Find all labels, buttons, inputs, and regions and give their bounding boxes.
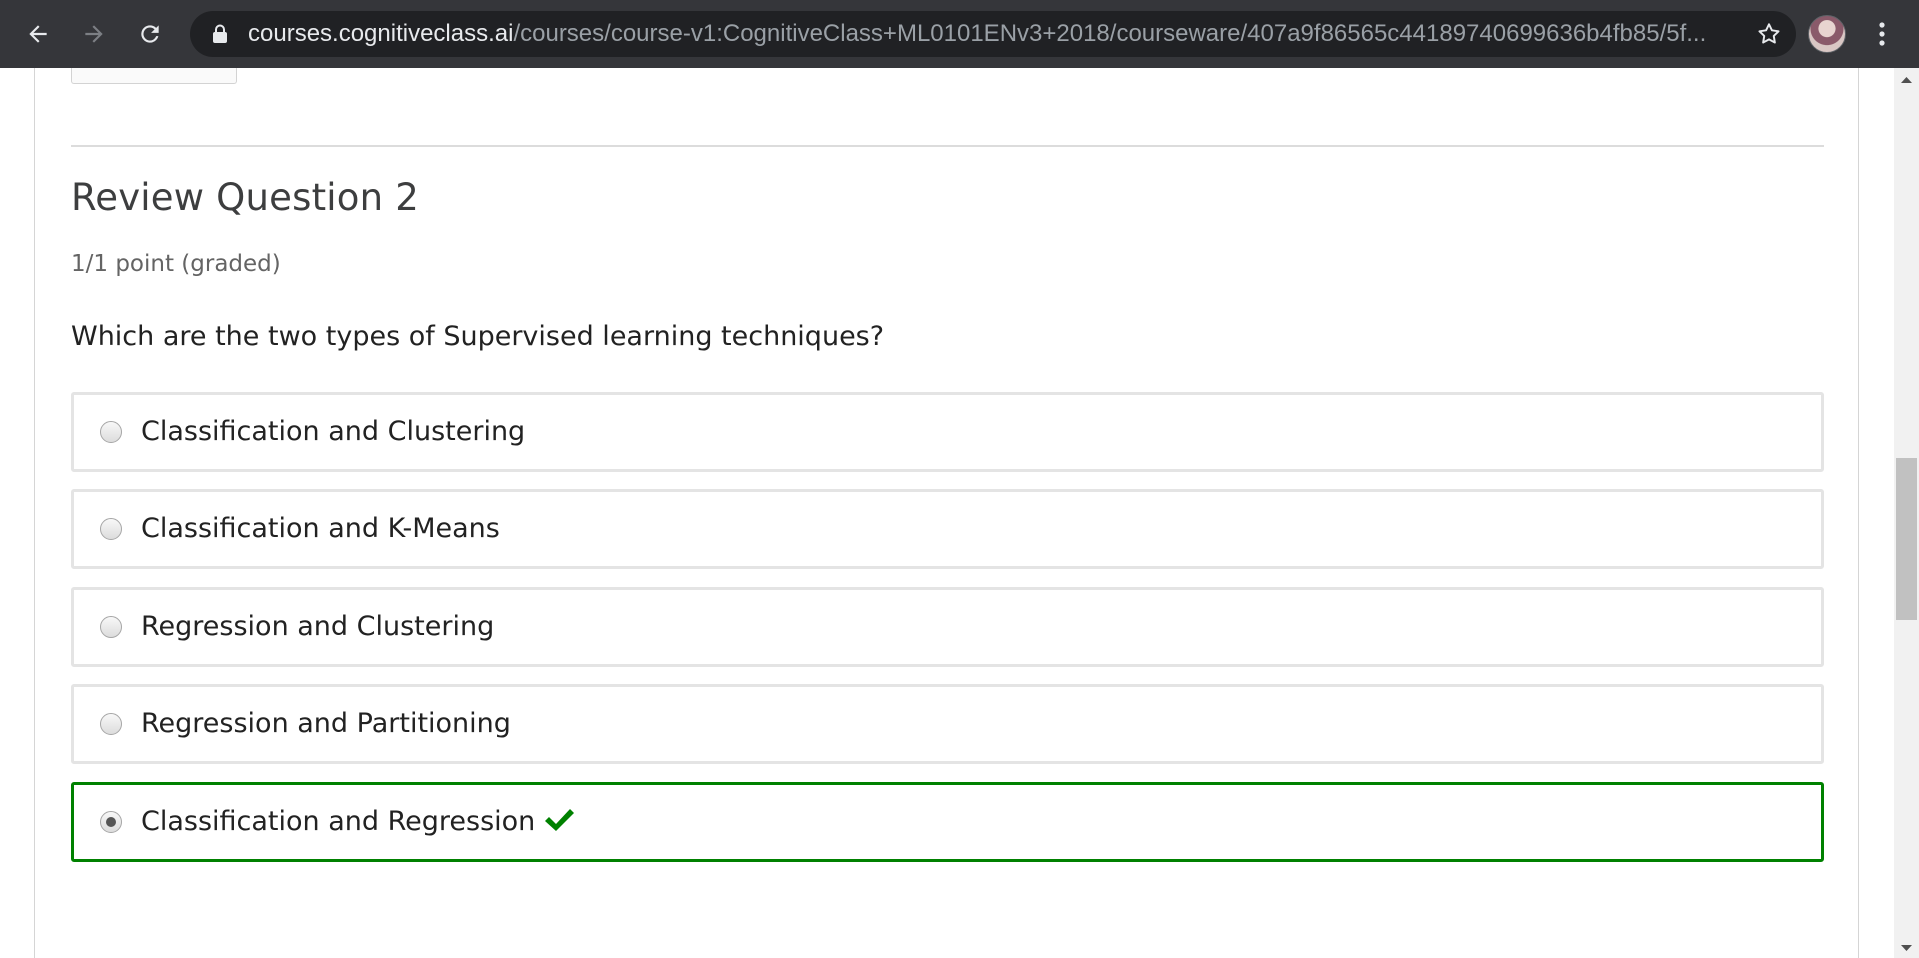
back-button[interactable]	[16, 12, 60, 56]
kebab-menu-icon[interactable]	[1868, 14, 1896, 54]
radio-button[interactable]	[100, 713, 122, 735]
scrollbar-thumb[interactable]	[1896, 458, 1917, 620]
radio-button-selected[interactable]	[100, 811, 122, 833]
section-divider	[71, 145, 1824, 147]
radio-button[interactable]	[100, 421, 122, 443]
url-path: /courses/course-v1:CognitiveClass+ML0101…	[513, 20, 1707, 47]
back-arrow-icon	[29, 25, 47, 43]
answer-option-label: Regression and Clustering	[141, 611, 495, 642]
star-icon[interactable]	[1756, 21, 1782, 47]
question-prompt: Which are the two types of Supervised le…	[71, 321, 885, 352]
vertical-scrollbar[interactable]	[1894, 68, 1919, 958]
answer-option-label: Classification and Regression	[141, 785, 575, 859]
profile-avatar[interactable]	[1808, 15, 1846, 53]
answer-option[interactable]: Regression and Clustering	[71, 587, 1824, 667]
question-title: Review Question 2	[71, 176, 419, 219]
answer-option[interactable]: Classification and Clustering	[71, 392, 1824, 472]
scroll-up-arrow-icon[interactable]	[1901, 76, 1912, 84]
checkmark-icon	[545, 808, 575, 831]
answer-option-label: Classification and Clustering	[141, 416, 526, 447]
content-left-border	[34, 68, 35, 958]
answer-option-correct[interactable]: Classification and Regression	[71, 782, 1824, 862]
address-bar[interactable]: courses.cognitiveclass.ai/courses/course…	[190, 11, 1796, 57]
answer-option-text: Classification and Regression	[141, 806, 536, 837]
answer-option[interactable]: Classification and K-Means	[71, 489, 1824, 569]
reload-button[interactable]	[128, 12, 172, 56]
radio-button[interactable]	[100, 616, 122, 638]
lock-icon	[213, 24, 227, 43]
answer-option[interactable]: Regression and Partitioning	[71, 684, 1824, 764]
radio-button[interactable]	[100, 518, 122, 540]
url-host: courses.cognitiveclass.ai	[248, 20, 514, 47]
forward-arrow-icon	[85, 25, 103, 43]
browser-toolbar: courses.cognitiveclass.ai/courses/course…	[0, 0, 1919, 68]
question-points: 1/1 point (graded)	[71, 251, 281, 277]
answer-option-label: Regression and Partitioning	[141, 708, 511, 739]
previous-submit-button[interactable]	[71, 68, 237, 84]
url-text: courses.cognitiveclass.ai/courses/course…	[248, 11, 1748, 57]
scroll-down-arrow-icon[interactable]	[1901, 944, 1912, 952]
content-right-border	[1858, 68, 1859, 958]
reload-icon	[141, 25, 159, 43]
page-content: Review Question 2 1/1 point (graded) Whi…	[0, 68, 1894, 958]
forward-button[interactable]	[72, 12, 116, 56]
answer-option-label: Classification and K-Means	[141, 513, 500, 544]
